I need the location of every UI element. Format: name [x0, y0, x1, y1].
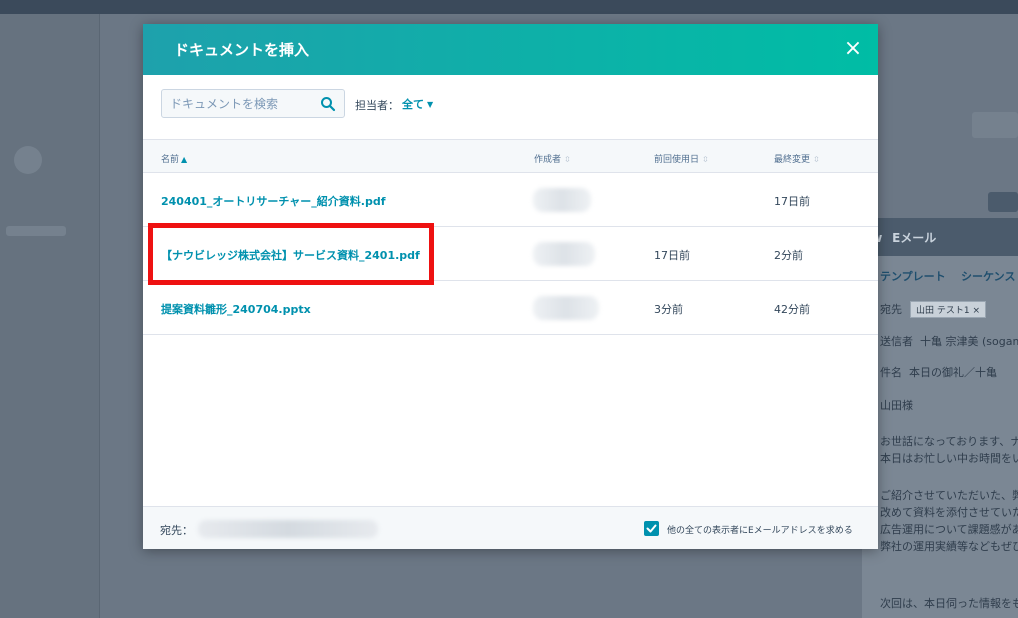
- column-header-modified[interactable]: 最終変更 ⇳: [774, 152, 820, 165]
- background-to-row: 宛先 山田 テスト1 ×: [880, 301, 1018, 318]
- table-row: 240401_オートリサーチャー_紹介資料.pdf 17日前: [143, 173, 878, 227]
- sort-ascending-icon: ▲: [181, 155, 188, 164]
- owner-filter-label: 担当者：: [355, 99, 399, 112]
- column-header-last-used[interactable]: 前回使用日 ⇳: [654, 152, 709, 165]
- background-from-row: 送信者 十亀 宗津美 (sogame: [880, 335, 1018, 348]
- documents-table: 名前 ▲ 作成者 ⇳ 前回使用日 ⇳ 最終変更 ⇳ 240401_オートリサーチャー_紹…: [143, 139, 878, 335]
- table-row: 【ナウビレッジ株式会社】サービス資料_2401.pdf 17日前 2分前: [143, 227, 878, 281]
- modal-header: ドキュメントを挿入 ×: [143, 24, 878, 75]
- background-email-panel-title: ∨ Eメール: [862, 218, 1018, 256]
- background-body-line: 次回は、本日伺った情報をも: [880, 597, 1018, 610]
- background-body-line: お世話になっております、ナ: [880, 435, 1018, 448]
- background-left-nav: [0, 14, 100, 618]
- recipient-redacted: [198, 520, 378, 538]
- background-placeholder: [988, 192, 1018, 212]
- modified-cell: 17日前: [774, 195, 810, 208]
- search-box: [161, 89, 345, 118]
- modified-cell: 2分前: [774, 249, 803, 262]
- recipient-label: 宛先：: [160, 524, 193, 537]
- background-body-line: 改めて資料を添付させていた: [880, 506, 1018, 519]
- background-recipient-chip: 山田 テスト1 ×: [910, 301, 986, 318]
- sort-icon: ⇳: [702, 155, 709, 164]
- background-body-line: 弊社の運用実績等などもぜひ: [880, 540, 1018, 553]
- owner-filter-dropdown[interactable]: 全て ▼: [402, 96, 433, 112]
- checkmark-icon: [646, 524, 657, 533]
- background-email-tabs: テンプレート シーケンス: [880, 270, 1016, 283]
- table-row: 提案資料雛形_240704.pptx 3分前 42分前: [143, 281, 878, 335]
- request-email-checkbox[interactable]: [644, 521, 659, 536]
- background-body-line: 本日はお忙しい中お時間をい: [880, 452, 1018, 465]
- creator-redacted: [533, 296, 599, 320]
- owner-filter-value: 全て: [402, 98, 424, 111]
- caret-down-icon: ▼: [427, 100, 434, 109]
- last-used-cell: 17日前: [654, 249, 690, 262]
- modified-cell: 42分前: [774, 303, 810, 316]
- background-placeholder: [6, 226, 66, 236]
- background-body-line: ご紹介させていただいた、弊: [880, 489, 1018, 502]
- background-avatar: [14, 146, 42, 174]
- background-placeholder: [972, 112, 1018, 138]
- sort-icon: ⇳: [813, 155, 820, 164]
- document-name-link[interactable]: 240401_オートリサーチャー_紹介資料.pdf: [161, 193, 386, 209]
- close-icon[interactable]: ×: [842, 38, 864, 60]
- sort-icon: ⇳: [564, 155, 571, 164]
- request-email-label: 他の全ての表示者にEメールアドレスを求める: [667, 526, 853, 536]
- background-subject-row: 件名 本日の御礼／十亀: [880, 366, 997, 379]
- modal-toolbar: 担当者： 全て▼: [143, 75, 878, 139]
- background-top-bar: [0, 0, 1018, 14]
- document-name-link[interactable]: 【ナウビレッジ株式会社】サービス資料_2401.pdf: [161, 247, 420, 263]
- background-body-line: 山田様: [880, 399, 913, 412]
- creator-redacted: [533, 242, 595, 266]
- search-icon[interactable]: [320, 96, 336, 112]
- last-used-cell: 3分前: [654, 303, 683, 316]
- document-name-link[interactable]: 提案資料雛形_240704.pptx: [161, 301, 311, 317]
- column-header-creator[interactable]: 作成者 ⇳: [534, 152, 571, 165]
- column-header-name[interactable]: 名前 ▲: [161, 152, 187, 165]
- search-input[interactable]: [162, 90, 312, 117]
- modal-footer: 宛先： 他の全ての表示者にEメールアドレスを求める: [143, 506, 878, 549]
- insert-document-modal: ドキュメントを挿入 × 担当者： 全て▼ 名前▲ 作成者⇳ 前回使用日⇳: [143, 24, 878, 549]
- background-body-line: 広告運用について課題感があ: [880, 523, 1018, 536]
- modal-title: ドキュメントを挿入: [174, 41, 310, 59]
- creator-redacted: [533, 188, 591, 212]
- table-header: 名前 ▲ 作成者 ⇳ 前回使用日 ⇳ 最終変更 ⇳: [143, 139, 878, 173]
